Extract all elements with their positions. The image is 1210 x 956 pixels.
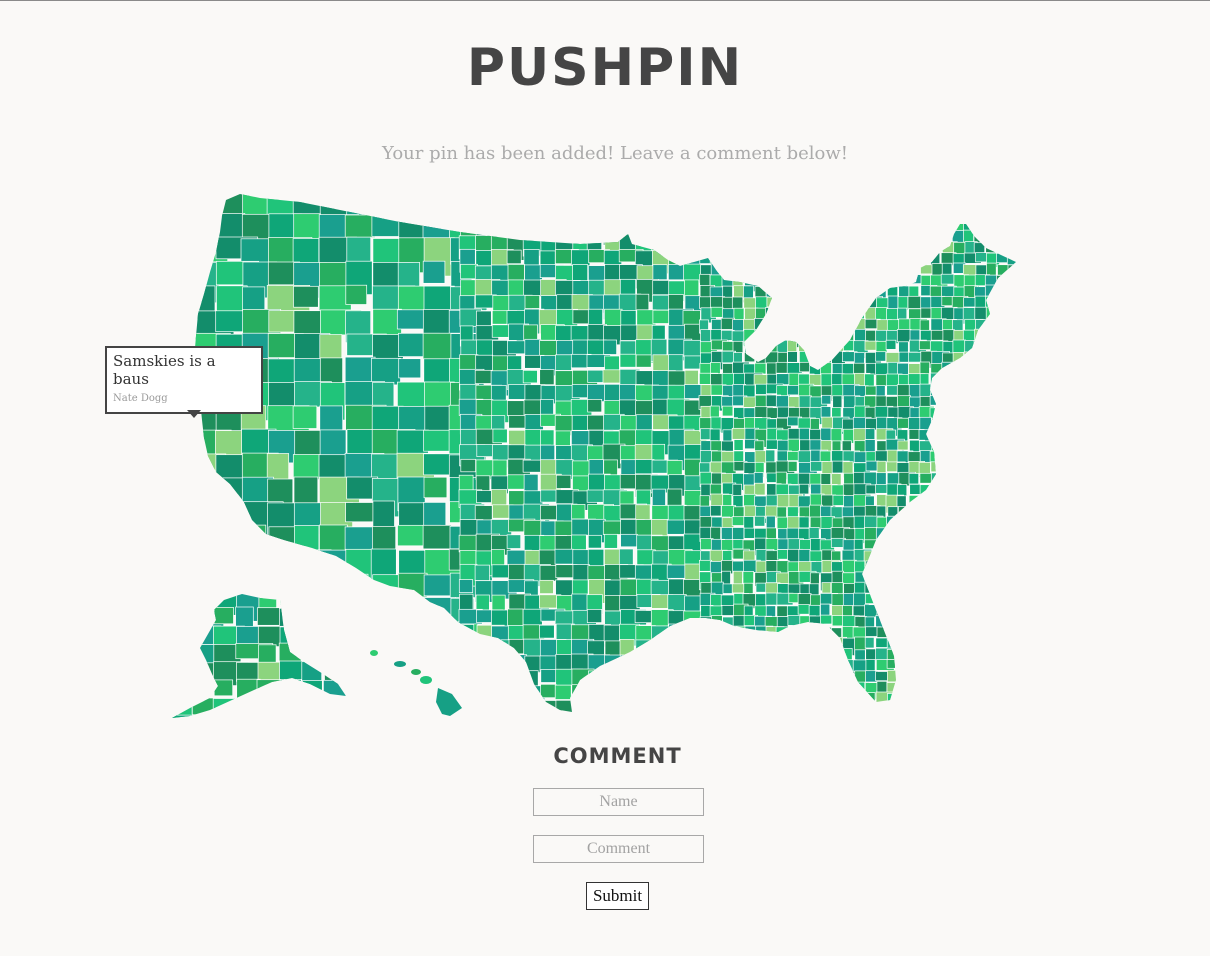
comment-heading: COMMENT [553, 744, 682, 768]
hawaii-islands [370, 650, 462, 716]
page-title: PUSHPIN [466, 38, 744, 98]
pin-comment-text: Samskies is a baus [113, 352, 216, 388]
pin-author: Nate Dogg [113, 393, 168, 404]
comment-input[interactable] [533, 835, 704, 863]
status-message: Your pin has been added! Leave a comment… [382, 143, 848, 164]
pin-tooltip[interactable]: Samskies is a baus Nate Dogg [105, 346, 263, 414]
tooltip-pointer [187, 410, 201, 418]
top-rule [0, 0, 1210, 1]
us-county-map[interactable] [160, 190, 1030, 725]
submit-button[interactable]: Submit [586, 882, 649, 910]
name-input[interactable] [533, 788, 704, 816]
